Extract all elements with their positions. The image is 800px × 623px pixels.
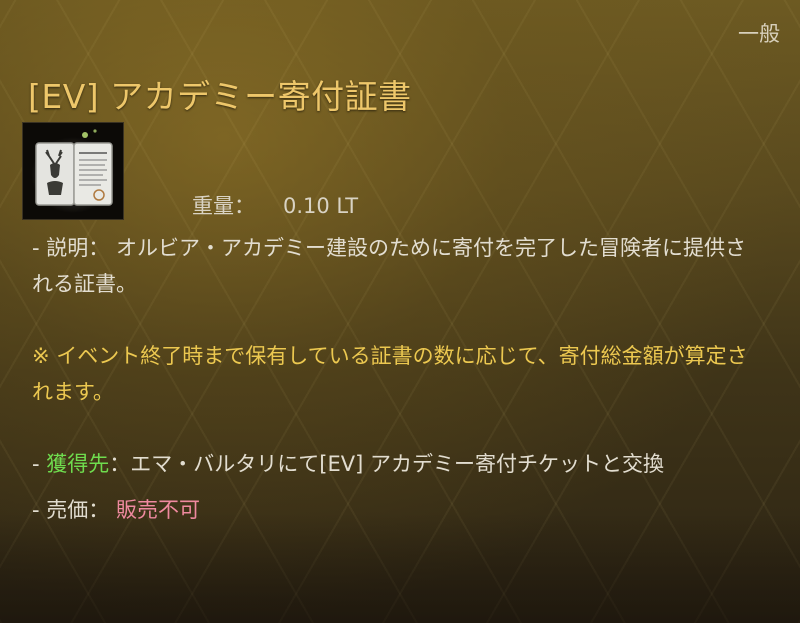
- weight-value: 0.10 LT: [283, 194, 359, 218]
- description-label: - 説明：: [32, 236, 110, 260]
- description-text: オルビア・アカデミー建設のために寄付を完了した冒険者に提供される証書。: [32, 236, 746, 296]
- acquisition-prefix: -: [32, 452, 47, 476]
- academy-certificate-icon: [22, 122, 124, 220]
- event-notice: ※ イベント終了時まで保有している証書の数に応じて、寄付総金額が算定されます。: [32, 344, 748, 404]
- sell-price-value: 販売不可: [115, 498, 200, 522]
- item-category: 一般: [738, 22, 780, 46]
- acquisition-text: ：エマ・バルタリにて[EV] アカデミー寄付チケットと交換: [109, 452, 664, 476]
- acquisition: - 獲得先：エマ・バルタリにて[EV] アカデミー寄付チケットと交換: [32, 446, 762, 482]
- sell-price-label: - 売価：: [32, 498, 110, 522]
- description: - 説明： オルビア・アカデミー建設のために寄付を完了した冒険者に提供される証書…: [32, 230, 762, 302]
- item-details: - 説明： オルビア・アカデミー建設のために寄付を完了した冒険者に提供される証書…: [32, 230, 762, 528]
- weight-label: 重量：: [192, 194, 255, 218]
- item-tooltip: 一般 [EV] アカデミー寄付証書 重量： 0.10 LT - 説明： オルビア…: [0, 0, 800, 623]
- weight-row: 重量： 0.10 LT: [192, 190, 358, 220]
- acquisition-label: 獲得先: [46, 452, 110, 476]
- item-title: [EV] アカデミー寄付証書: [28, 77, 412, 116]
- sell-price-row: - 売価： 販売不可: [32, 492, 762, 528]
